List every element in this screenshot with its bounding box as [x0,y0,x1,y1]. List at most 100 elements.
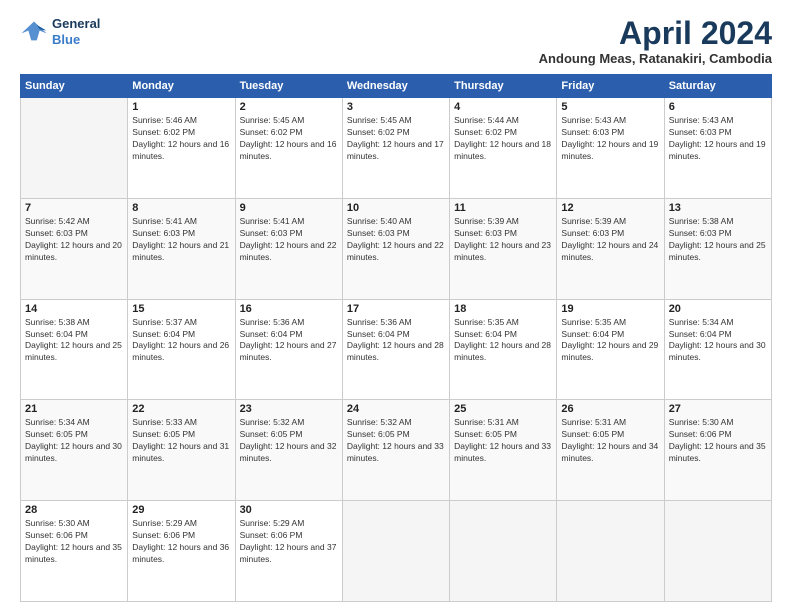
day-number: 21 [25,403,123,415]
day-number: 29 [132,504,230,516]
day-number: 25 [454,403,552,415]
calendar-cell: 7 Sunrise: 5:42 AMSunset: 6:03 PMDaylight… [21,198,128,299]
calendar-week-row: 14 Sunrise: 5:38 AMSunset: 6:04 PMDayligh… [21,299,772,400]
day-of-week-header: Wednesday [342,75,449,98]
calendar-cell: 9 Sunrise: 5:41 AMSunset: 6:03 PMDaylight… [235,198,342,299]
calendar-cell: 15 Sunrise: 5:37 AMSunset: 6:04 PMDayligh… [128,299,235,400]
day-info: Sunrise: 5:38 AMSunset: 6:03 PMDaylight:… [669,216,767,264]
day-of-week-header: Monday [128,75,235,98]
day-info: Sunrise: 5:37 AMSunset: 6:04 PMDaylight:… [132,317,230,365]
page: General Blue April 2024 Andoung Meas, Ra… [0,0,792,612]
day-info: Sunrise: 5:44 AMSunset: 6:02 PMDaylight:… [454,115,552,163]
day-info: Sunrise: 5:30 AMSunset: 6:06 PMDaylight:… [669,417,767,465]
day-number: 22 [132,403,230,415]
calendar-cell: 23Sunrise: 5:32 AMSunset: 6:05 PMDayligh… [235,400,342,501]
logo-blue: Blue [52,32,100,48]
day-number: 5 [561,101,659,113]
day-info: Sunrise: 5:29 AMSunset: 6:06 PMDaylight:… [132,518,230,566]
calendar-cell: 20Sunrise: 5:34 AMSunset: 6:04 PMDayligh… [664,299,771,400]
day-info: Sunrise: 5:45 AMSunset: 6:02 PMDaylight:… [240,115,338,163]
day-number: 6 [669,101,767,113]
calendar-cell: 13 Sunrise: 5:38 AMSunset: 6:03 PMDayligh… [664,198,771,299]
calendar-table: SundayMondayTuesdayWednesdayThursdayFrid… [20,74,772,602]
calendar-cell [664,501,771,602]
day-info: Sunrise: 5:36 AMSunset: 6:04 PMDaylight:… [347,317,445,365]
calendar-week-row: 7 Sunrise: 5:42 AMSunset: 6:03 PMDaylight… [21,198,772,299]
day-info: Sunrise: 5:29 AMSunset: 6:06 PMDaylight:… [240,518,338,566]
day-of-week-header: Thursday [450,75,557,98]
logo-general: General [52,16,100,32]
day-number: 1 [132,101,230,113]
calendar-cell: 10 Sunrise: 5:40 AMSunset: 6:03 PMDayligh… [342,198,449,299]
day-number: 17 [347,303,445,315]
day-number: 15 [132,303,230,315]
day-info: Sunrise: 5:31 AMSunset: 6:05 PMDaylight:… [454,417,552,465]
day-of-week-header: Sunday [21,75,128,98]
calendar-cell: 4Sunrise: 5:44 AMSunset: 6:02 PMDaylight… [450,98,557,199]
calendar-cell: 22 Sunrise: 5:33 AMSunset: 6:05 PMDayligh… [128,400,235,501]
month-title: April 2024 [539,16,772,51]
day-number: 13 [669,202,767,214]
day-number: 14 [25,303,123,315]
calendar-cell: 17 Sunrise: 5:36 AMSunset: 6:04 PMDayligh… [342,299,449,400]
day-info: Sunrise: 5:34 AMSunset: 6:05 PMDaylight:… [25,417,123,465]
day-info: Sunrise: 5:40 AMSunset: 6:03 PMDaylight:… [347,216,445,264]
day-number: 27 [669,403,767,415]
calendar-cell: 3 Sunrise: 5:45 AMSunset: 6:02 PMDaylight… [342,98,449,199]
calendar-cell: 12Sunrise: 5:39 AMSunset: 6:03 PMDayligh… [557,198,664,299]
day-info: Sunrise: 5:34 AMSunset: 6:04 PMDaylight:… [669,317,767,365]
calendar-cell: 19 Sunrise: 5:35 AMSunset: 6:04 PMDayligh… [557,299,664,400]
calendar-header-row: SundayMondayTuesdayWednesdayThursdayFrid… [21,75,772,98]
day-number: 3 [347,101,445,113]
logo-text: General Blue [52,16,100,47]
calendar-week-row: 21 Sunrise: 5:34 AMSunset: 6:05 PMDayligh… [21,400,772,501]
calendar-cell: 27 Sunrise: 5:30 AMSunset: 6:06 PMDayligh… [664,400,771,501]
day-info: Sunrise: 5:31 AMSunset: 6:05 PMDaylight:… [561,417,659,465]
day-number: 30 [240,504,338,516]
calendar-cell: 30 Sunrise: 5:29 AMSunset: 6:06 PMDayligh… [235,501,342,602]
calendar-cell: 25 Sunrise: 5:31 AMSunset: 6:05 PMDayligh… [450,400,557,501]
logo-icon [20,18,48,46]
calendar-cell: 26 Sunrise: 5:31 AMSunset: 6:05 PMDayligh… [557,400,664,501]
day-number: 11 [454,202,552,214]
day-number: 12 [561,202,659,214]
calendar-cell: 24 Sunrise: 5:32 AMSunset: 6:05 PMDayligh… [342,400,449,501]
calendar-cell [21,98,128,199]
logo: General Blue [20,16,100,47]
day-number: 9 [240,202,338,214]
day-number: 26 [561,403,659,415]
day-of-week-header: Saturday [664,75,771,98]
day-number: 10 [347,202,445,214]
calendar-cell [450,501,557,602]
day-info: Sunrise: 5:35 AMSunset: 6:04 PMDaylight:… [561,317,659,365]
day-info: Sunrise: 5:39 AMSunset: 6:03 PMDaylight:… [454,216,552,264]
calendar-week-row: 1 Sunrise: 5:46 AMSunset: 6:02 PMDaylight… [21,98,772,199]
day-info: Sunrise: 5:30 AMSunset: 6:06 PMDaylight:… [25,518,123,566]
day-info: Sunrise: 5:33 AMSunset: 6:05 PMDaylight:… [132,417,230,465]
day-info: Sunrise: 5:45 AMSunset: 6:02 PMDaylight:… [347,115,445,163]
day-number: 16 [240,303,338,315]
calendar-cell: 18 Sunrise: 5:35 AMSunset: 6:04 PMDayligh… [450,299,557,400]
calendar-cell: 29 Sunrise: 5:29 AMSunset: 6:06 PMDayligh… [128,501,235,602]
day-number: 2 [240,101,338,113]
subtitle: Andoung Meas, Ratanakiri, Cambodia [539,51,772,66]
day-number: 19 [561,303,659,315]
calendar-cell: 21 Sunrise: 5:34 AMSunset: 6:05 PMDayligh… [21,400,128,501]
day-info: Sunrise: 5:46 AMSunset: 6:02 PMDaylight:… [132,115,230,163]
day-number: 18 [454,303,552,315]
calendar-cell: 11 Sunrise: 5:39 AMSunset: 6:03 PMDayligh… [450,198,557,299]
day-info: Sunrise: 5:41 AMSunset: 6:03 PMDaylight:… [240,216,338,264]
day-number: 8 [132,202,230,214]
day-number: 7 [25,202,123,214]
calendar-cell: 16 Sunrise: 5:36 AMSunset: 6:04 PMDayligh… [235,299,342,400]
calendar-cell: 14 Sunrise: 5:38 AMSunset: 6:04 PMDayligh… [21,299,128,400]
day-info: Sunrise: 5:32 AMSunset: 6:05 PMDaylight:… [347,417,445,465]
title-block: April 2024 Andoung Meas, Ratanakiri, Cam… [539,16,772,66]
day-info: Sunrise: 5:38 AMSunset: 6:04 PMDaylight:… [25,317,123,365]
day-info: Sunrise: 5:35 AMSunset: 6:04 PMDaylight:… [454,317,552,365]
day-info: Sunrise: 5:42 AMSunset: 6:03 PMDaylight:… [25,216,123,264]
day-number: 24 [347,403,445,415]
day-info: Sunrise: 5:41 AMSunset: 6:03 PMDaylight:… [132,216,230,264]
calendar-cell: 6Sunrise: 5:43 AMSunset: 6:03 PMDaylight… [664,98,771,199]
day-info: Sunrise: 5:36 AMSunset: 6:04 PMDaylight:… [240,317,338,365]
